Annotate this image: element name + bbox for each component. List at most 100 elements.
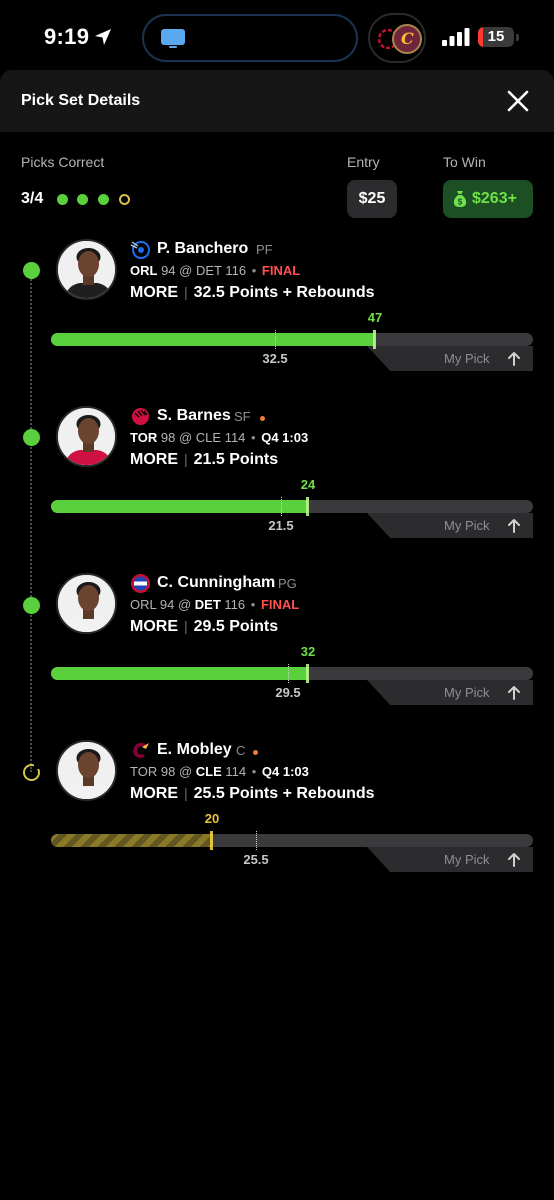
stat-progress-cap: [210, 831, 213, 850]
pick-separator: |: [184, 451, 188, 467]
money-bag-icon: $: [453, 191, 467, 207]
player-name: P. Banchero: [157, 240, 249, 257]
cavaliers-logo-icon: C: [392, 24, 422, 54]
pick-line: MORE | 29.5 Points: [130, 618, 278, 636]
player-name: S. Barnes: [157, 407, 231, 424]
pick-direction: MORE: [130, 284, 178, 301]
home-team: CLE: [195, 764, 222, 779]
entry-amount-badge: $25: [347, 180, 397, 218]
away-team: ORL: [130, 263, 158, 278]
player-headshot: [56, 740, 117, 801]
location-arrow-icon: [95, 29, 111, 45]
actual-stat-value: 20: [204, 811, 220, 826]
game-state: FINAL: [261, 263, 301, 278]
pick-stat-type: Points + Rebounds: [229, 284, 375, 301]
live-indicator-dot: [260, 416, 265, 421]
bullet-separator: •: [248, 263, 260, 278]
stat-progress-fill: [51, 834, 212, 847]
home-team: DET: [194, 597, 221, 612]
arrow-up-icon[interactable]: [503, 515, 525, 537]
pick-stat-type: Points: [229, 451, 279, 468]
signal-icon: [442, 28, 470, 46]
at-symbol: @: [178, 430, 193, 445]
pick-direction: MORE: [130, 451, 178, 468]
my-pick-label: My Pick: [444, 685, 490, 700]
at-symbol: @: [178, 764, 193, 779]
stat-progress-bar: [51, 664, 533, 683]
actual-stat-value: 32: [300, 644, 316, 659]
status-bar: 9:19 C 15: [0, 0, 554, 70]
at-symbol: @: [179, 263, 193, 278]
pick-result-dot: [98, 194, 109, 205]
stat-progress-cap: [373, 330, 376, 349]
battery-nub: [516, 34, 519, 41]
pick-direction: MORE: [130, 618, 178, 635]
away-score: 94: [159, 597, 175, 612]
status-time: 9:19: [44, 24, 90, 49]
game-score-line: ORL 94 @ DET 116 • FINAL: [130, 263, 300, 278]
pick-line-value: 29.5: [193, 618, 225, 635]
pistons-logo-icon: [130, 573, 151, 594]
away-score: 94: [161, 263, 176, 278]
pick-card-s-barnes[interactable]: S. Barnes SF TOR 98 @ CLE 114 • Q4 1:03 …: [0, 406, 554, 556]
picks-correct-value: 3/4: [21, 190, 44, 207]
stat-progress-cap: [306, 664, 309, 683]
line-marker-label: 21.5: [268, 518, 294, 533]
game-state: Q4 1:03: [261, 430, 309, 445]
home-score: 116: [224, 597, 246, 612]
line-marker-label: 25.5: [243, 852, 269, 867]
sheet-header: Pick Set Details: [0, 70, 554, 132]
home-team: CLE: [195, 430, 222, 445]
stat-progress-fill: [51, 500, 308, 513]
tv-icon: [161, 29, 185, 48]
home-score: 114: [225, 764, 247, 779]
arrow-up-icon[interactable]: [503, 849, 525, 871]
actual-stat-value: 24: [300, 477, 316, 492]
close-icon[interactable]: [502, 85, 534, 117]
game-state: Q4 1:03: [261, 764, 309, 779]
pick-separator: |: [184, 785, 188, 801]
away-score: 98: [160, 764, 176, 779]
home-score: 116: [225, 263, 247, 278]
pick-card-e-mobley[interactable]: E. Mobley C TOR 98 @ CLE 114 • Q4 1:03 M…: [0, 740, 554, 890]
player-position: C: [236, 743, 246, 758]
stat-progress-bar: [51, 831, 533, 850]
stat-progress-cap: [306, 497, 309, 516]
pick-line-marker: [281, 497, 282, 516]
player-position: PF: [256, 242, 273, 257]
page-title: Pick Set Details: [21, 92, 141, 109]
pick-line-value: 21.5: [193, 451, 225, 468]
pick-card-c-cunningham[interactable]: C. Cunningham PG ORL 94 @ DET 116 • FINA…: [0, 573, 554, 723]
pick-stat-type: Points + Rebounds: [229, 785, 375, 802]
game-state: FINAL: [260, 597, 300, 612]
to-win-label: To Win: [443, 154, 486, 170]
away-team: TOR: [130, 430, 158, 445]
game-score-line: ORL 94 @ DET 116 • FINAL: [130, 597, 299, 612]
battery-percent: 15: [487, 28, 505, 45]
arrow-up-icon[interactable]: [503, 348, 525, 370]
player-headshot: [56, 406, 117, 467]
arrow-up-icon[interactable]: [503, 682, 525, 704]
bullet-separator: •: [247, 430, 260, 445]
stat-progress-fill: [51, 333, 375, 346]
pick-card-p-banchero[interactable]: P. Banchero PF ORL 94 @ DET 116 • FINAL …: [0, 239, 554, 389]
live-indicator-dot: [253, 750, 258, 755]
svg-text:$: $: [458, 198, 463, 207]
pick-line: MORE | 32.5 Points + Rebounds: [130, 284, 375, 302]
raptors-logo-icon: [130, 406, 151, 427]
live-activity-pill[interactable]: C: [368, 13, 426, 63]
cavaliers-logo-icon: [130, 740, 151, 761]
pick-result-dot: [57, 194, 68, 205]
home-team: DET: [196, 263, 222, 278]
stat-progress-bar: [51, 497, 533, 516]
pick-separator: |: [184, 618, 188, 634]
to-win-amount: $263+: [472, 190, 517, 207]
pick-line-value: 32.5: [193, 284, 225, 301]
line-marker-label: 32.5: [262, 351, 288, 366]
player-position: PG: [278, 576, 297, 591]
line-marker-label: 29.5: [275, 685, 301, 700]
player-headshot: [56, 573, 117, 634]
player-position: SF: [234, 409, 251, 424]
dynamic-island[interactable]: [142, 14, 358, 62]
bullet-separator: •: [248, 764, 260, 779]
